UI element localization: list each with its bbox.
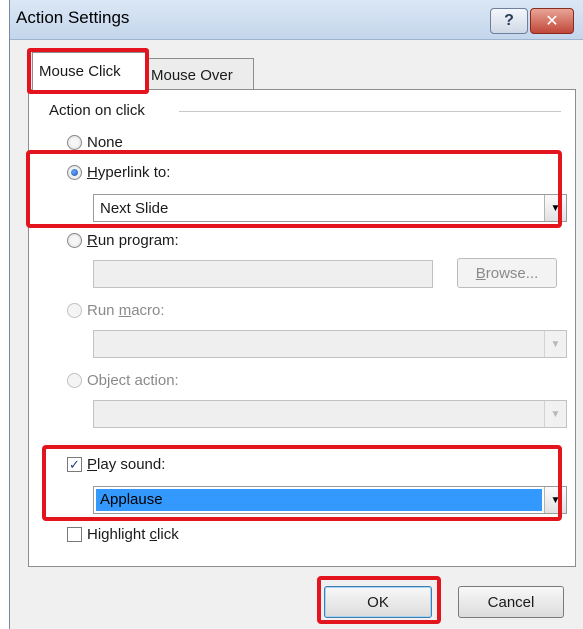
chevron-down-icon[interactable]: ▼ — [544, 487, 566, 513]
play-sound-row[interactable]: ✓ Play sound: — [67, 456, 165, 473]
close-icon: ✕ — [545, 13, 559, 30]
radio-run-program-button[interactable] — [67, 233, 82, 248]
radio-none-button[interactable] — [67, 135, 82, 150]
radio-object-action[interactable]: Object action: — [67, 372, 179, 389]
chevron-down-icon[interactable]: ▼ — [544, 331, 566, 357]
tab-mouse-over[interactable]: Mouse Over — [144, 58, 254, 92]
help-button[interactable]: ? — [490, 8, 528, 34]
sound-dropdown-value: Applause — [96, 489, 542, 511]
action-settings-dialog: Action Settings ? ✕ Mouse Click Mouse Ov… — [9, 0, 583, 629]
radio-object-action-label: Object action: — [87, 372, 179, 389]
radio-run-program[interactable]: Run program: — [67, 232, 179, 249]
dialog-title: Action Settings — [16, 8, 130, 27]
chevron-down-icon[interactable]: ▼ — [544, 195, 566, 221]
tab-panel: Action on click None Hyperlink to: Next … — [28, 89, 576, 567]
radio-hyperlink-button[interactable] — [67, 165, 82, 180]
highlight-click-label: Highlight click — [87, 526, 179, 543]
radio-none[interactable]: None — [67, 134, 123, 151]
radio-hyperlink-label: Hyperlink to: — [87, 164, 171, 181]
sound-dropdown[interactable]: Applause ▼ — [93, 486, 567, 514]
tab-mouse-over-label: Mouse Over — [151, 67, 233, 84]
highlight-click-checkbox[interactable] — [67, 527, 82, 542]
radio-none-label: None — [87, 134, 123, 151]
object-action-dropdown[interactable]: ▼ — [93, 400, 567, 428]
browse-button[interactable]: Browse... — [457, 258, 557, 288]
highlight-click-row[interactable]: Highlight click — [67, 526, 179, 543]
run-program-input[interactable] — [93, 260, 433, 288]
browse-button-label: Browse... — [475, 264, 539, 282]
play-sound-checkbox[interactable]: ✓ — [67, 457, 82, 472]
play-sound-label: Play sound: — [87, 456, 166, 473]
run-macro-dropdown[interactable]: ▼ — [93, 330, 567, 358]
help-icon: ? — [504, 12, 514, 29]
group-divider — [179, 111, 561, 112]
tab-mouse-click-label: Mouse Click — [39, 63, 121, 80]
chevron-down-icon[interactable]: ▼ — [544, 401, 566, 427]
radio-run-macro-label: Run macro: — [87, 302, 165, 319]
radio-run-macro[interactable]: Run macro: — [67, 302, 165, 319]
radio-hyperlink[interactable]: Hyperlink to: — [67, 164, 170, 181]
title-bar: Action Settings ? ✕ — [10, 0, 583, 40]
cancel-button[interactable]: Cancel — [458, 586, 564, 618]
radio-object-action-button[interactable] — [67, 373, 82, 388]
group-label: Action on click — [49, 102, 151, 119]
radio-run-program-label: Run program: — [87, 232, 179, 249]
hyperlink-dropdown-value: Next Slide — [100, 199, 169, 217]
hyperlink-dropdown[interactable]: Next Slide ▼ — [93, 194, 567, 222]
ok-button[interactable]: OK — [324, 586, 432, 618]
tab-mouse-click[interactable]: Mouse Click — [32, 52, 146, 90]
close-button[interactable]: ✕ — [530, 8, 574, 34]
radio-run-macro-button[interactable] — [67, 303, 82, 318]
